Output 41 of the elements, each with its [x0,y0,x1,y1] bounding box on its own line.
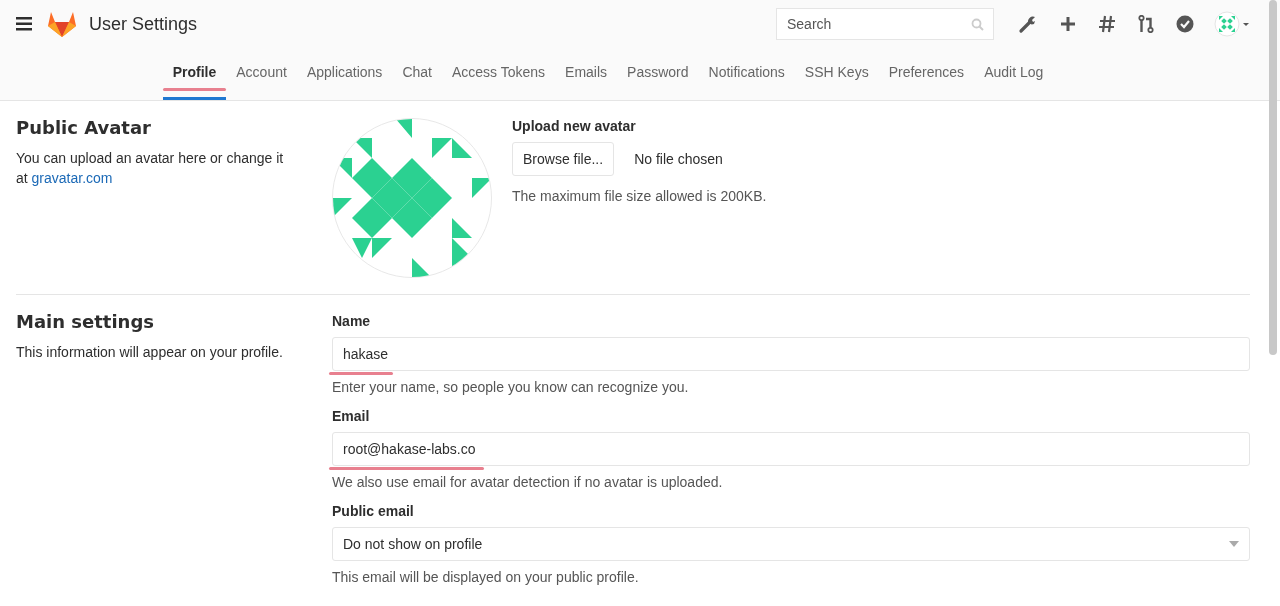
text-input-field[interactable]: root@hakase-labs.co [332,432,1250,466]
settings-tab[interactable]: Access Tokens [441,48,556,100]
help-text: The maximum file size allowed is 200KB. [512,188,767,204]
section-description: You can upload an avatar here or change it at gravatar.com [16,149,285,188]
search-icon [971,18,984,31]
wrench-icon[interactable] [1018,14,1038,34]
settings-tab[interactable]: Account [226,48,297,100]
text-input-field[interactable]: hakase [332,337,1250,371]
browse-file-button[interactable]: Browse file... [512,142,615,176]
scrollbar[interactable] [1269,0,1277,355]
field-label: Email [332,408,371,424]
settings-tab[interactable]: Notifications [698,48,795,100]
dropdown-field[interactable]: Do not show on profile [332,527,1250,561]
settings-tab[interactable]: Applications [296,48,393,100]
help-text: We also use email for avatar detection if no avatar is uploaded. [332,474,724,490]
settings-tab[interactable]: Password [617,48,699,100]
plus-icon[interactable] [1060,16,1076,32]
section-title: Main settings [16,311,156,332]
field-label: Name [332,313,372,329]
hash-icon[interactable] [1098,15,1116,33]
section-description: This information will appear on your profile. [16,343,284,362]
check-circle-icon[interactable] [1176,15,1194,33]
fox-logo-icon[interactable] [48,11,76,37]
file-status: No file chosen [634,151,723,167]
settings-tab[interactable]: Preferences [878,48,975,100]
upload-label: Upload new avatar [512,118,637,134]
help-text: This email will be displayed on your public profile. [332,569,640,585]
field-label: Public email [332,503,415,519]
settings-tab[interactable]: Chat [392,48,442,100]
gravatar-link[interactable]: gravatar.com [31,170,113,186]
settings-tab[interactable]: Audit Log [974,48,1054,100]
caret-icon [1229,541,1239,547]
section-title: Public Avatar [16,117,152,138]
settings-tab[interactable]: Profile [162,48,227,100]
page-title: User Settings [89,13,198,35]
menu-icon[interactable] [16,17,32,31]
merge-request-icon[interactable] [1138,15,1154,33]
settings-tab[interactable]: Emails [555,48,618,100]
settings-tab[interactable]: SSH Keys [794,48,879,100]
search-field[interactable]: Search [776,8,994,40]
help-text: Enter your name, so people you know can recognize you. [332,379,690,395]
